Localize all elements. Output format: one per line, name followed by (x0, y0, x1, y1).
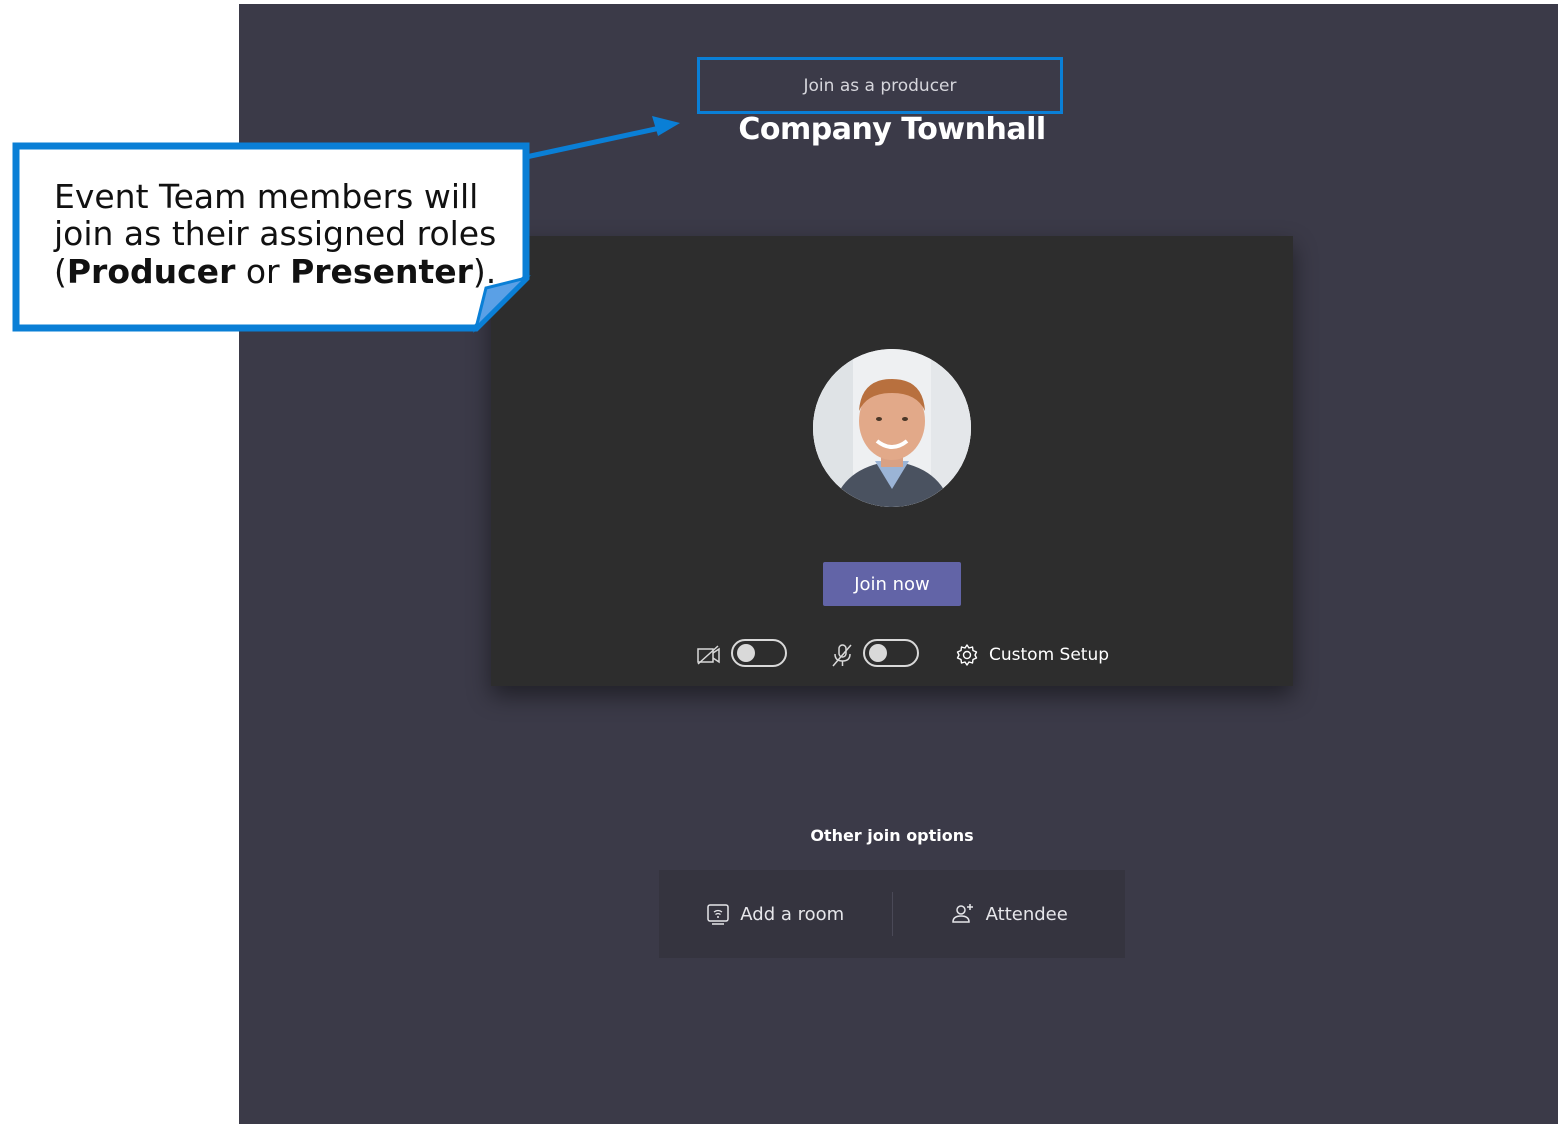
callout-end: ). (472, 251, 497, 291)
join-now-button[interactable]: Join now (823, 562, 961, 606)
custom-setup-label: Custom Setup (989, 645, 1110, 665)
avatar-photo (813, 349, 971, 507)
add-room-label: Add a room (740, 903, 845, 925)
room-icon (707, 904, 730, 925)
other-join-options-heading: Other join options (810, 826, 974, 845)
attendee-icon (951, 904, 973, 923)
page: Join as a producer Company Townhall Join… (0, 0, 1558, 1124)
video-preview-card: Join now Custom Setup (491, 236, 1293, 686)
camera-toggle-knob (737, 644, 755, 662)
callout-text: Event Team members will join as their as… (54, 178, 514, 290)
device-controls: Custom Setup (491, 636, 1293, 674)
custom-setup-button[interactable]: Custom Setup (955, 640, 1109, 670)
callout-role-presenter: Presenter (290, 251, 473, 291)
mic-off-icon (832, 644, 852, 667)
role-label: Join as a producer (803, 75, 957, 96)
camera-off-icon (697, 645, 720, 665)
callout-joiner: or (235, 251, 291, 291)
mic-toggle[interactable] (863, 639, 919, 667)
meeting-title: Company Townhall (738, 112, 1046, 147)
callout-role-producer: Producer (66, 251, 236, 291)
attendee-button[interactable]: Attendee (893, 870, 1126, 958)
attendee-label: Attendee (985, 903, 1068, 925)
camera-toggle[interactable] (731, 639, 787, 667)
add-room-button[interactable]: Add a room (659, 870, 892, 958)
callout-box: Event Team members will join as their as… (14, 144, 528, 330)
mic-toggle-knob (869, 644, 887, 662)
role-highlight-box: Join as a producer (697, 57, 1063, 114)
other-join-options-panel: Add a room Attendee (659, 870, 1125, 958)
gear-icon (956, 644, 978, 666)
avatar (813, 349, 971, 507)
